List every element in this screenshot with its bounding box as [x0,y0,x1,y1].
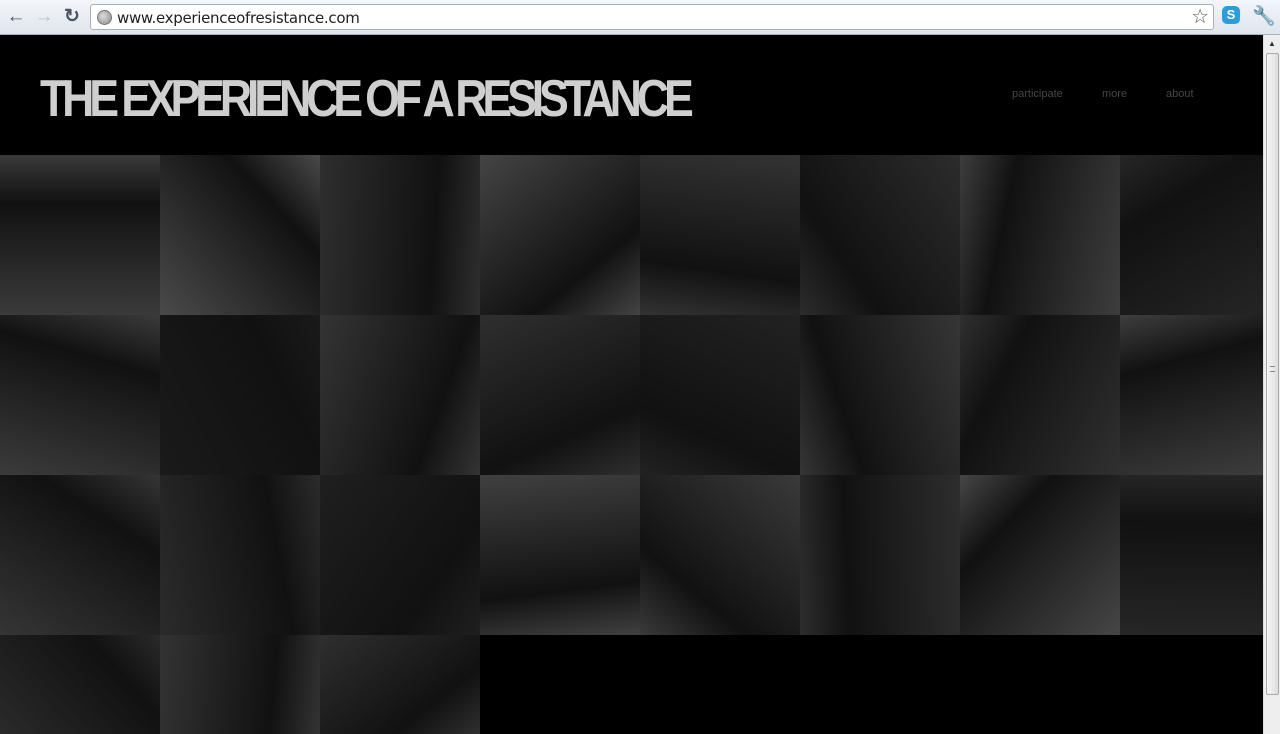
nav-about[interactable]: about [1166,88,1194,100]
scroll-up-icon[interactable]: ▲ [1268,39,1276,48]
photo-tile[interactable] [1120,155,1263,315]
nav-more[interactable]: more [1102,88,1127,100]
photo-tile[interactable] [640,475,800,635]
photo-grid [0,155,1263,734]
photo-tile[interactable] [160,635,320,734]
photo-tile[interactable] [480,315,640,475]
photo-tile[interactable] [0,635,160,734]
back-button[interactable]: ← [5,6,27,28]
photo-tile[interactable] [160,475,320,635]
wrench-menu-icon[interactable]: 🔧 [1252,4,1276,28]
photo-tile[interactable] [1120,315,1263,475]
photo-tile[interactable] [640,315,800,475]
vertical-scrollbar[interactable]: ▲ [1263,35,1280,734]
photo-tile[interactable] [320,635,480,734]
photo-tile[interactable] [640,155,800,315]
scrollbar-thumb[interactable] [1266,53,1279,695]
photo-tile[interactable] [160,155,320,315]
photo-tile[interactable] [960,475,1120,635]
photo-tile[interactable] [800,315,960,475]
globe-icon [97,10,112,25]
photo-tile[interactable] [960,155,1120,315]
photo-tile[interactable] [0,475,160,635]
address-bar[interactable]: www.experienceofresistance.com ☆ [90,4,1214,30]
site-logo[interactable]: THE EXPERIENCE OF A RESISTANCE [40,73,694,125]
skype-extension-icon[interactable]: S [1222,6,1240,24]
url-text[interactable]: www.experienceofresistance.com [117,9,360,27]
nav-participate[interactable]: participate [1012,88,1063,100]
photo-tile[interactable] [160,315,320,475]
forward-button[interactable]: → [33,6,55,28]
photo-tile[interactable] [0,315,160,475]
photo-tile[interactable] [480,155,640,315]
photo-tile[interactable] [0,155,160,315]
photo-tile[interactable] [800,155,960,315]
photo-tile[interactable] [480,475,640,635]
photo-tile[interactable] [960,315,1120,475]
photo-tile[interactable] [320,155,480,315]
photo-tile[interactable] [320,315,480,475]
browser-toolbar: ← → ↻ www.experienceofresistance.com ☆ S… [0,0,1280,35]
bookmark-star-icon[interactable]: ☆ [1191,5,1209,29]
photo-tile[interactable] [1120,475,1263,635]
photo-tile[interactable] [800,475,960,635]
photo-tile[interactable] [320,475,480,635]
page-content: THE EXPERIENCE OF A RESISTANCE participa… [0,35,1263,734]
reload-button[interactable]: ↻ [61,6,83,28]
